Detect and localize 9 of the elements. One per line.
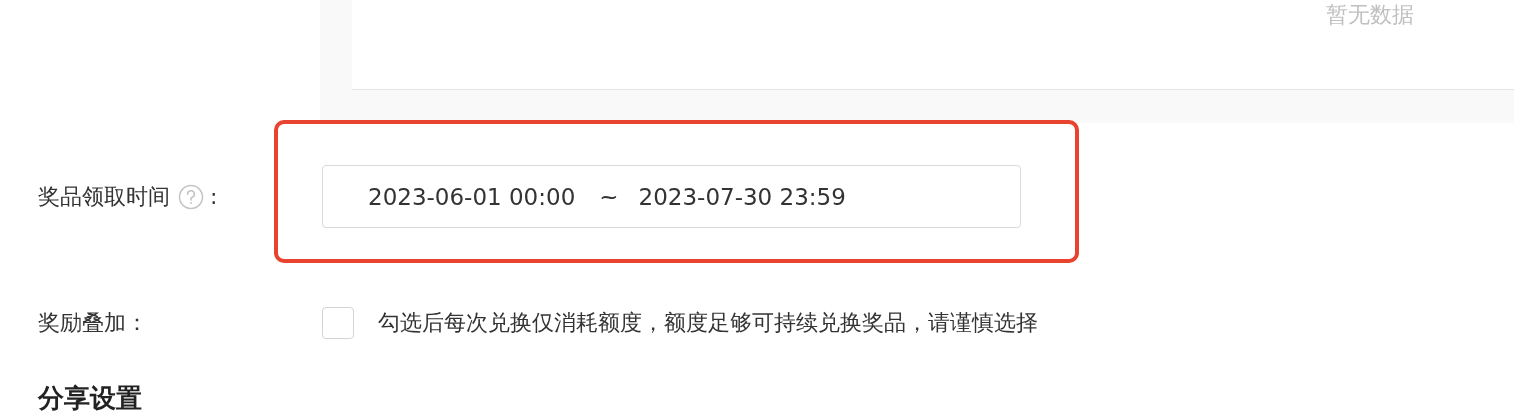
checkbox-label: 勾选后每次兑换仅消耗额度，额度足够可持续兑换奖品，请谨慎选择: [378, 309, 1038, 337]
date-range-field[interactable]: 2023-06-01 00:00 ~ 2023-07-30 23:59: [322, 165, 1021, 228]
checkbox[interactable]: [322, 307, 354, 339]
label-colon: :: [210, 184, 218, 209]
field-label: 奖品领取时间: [38, 182, 170, 211]
help-icon[interactable]: [178, 183, 204, 210]
empty-text: 暂无数据: [1326, 2, 1414, 28]
field-label: 奖励叠加：: [38, 309, 148, 337]
section-title: 分享设置: [36, 382, 143, 415]
